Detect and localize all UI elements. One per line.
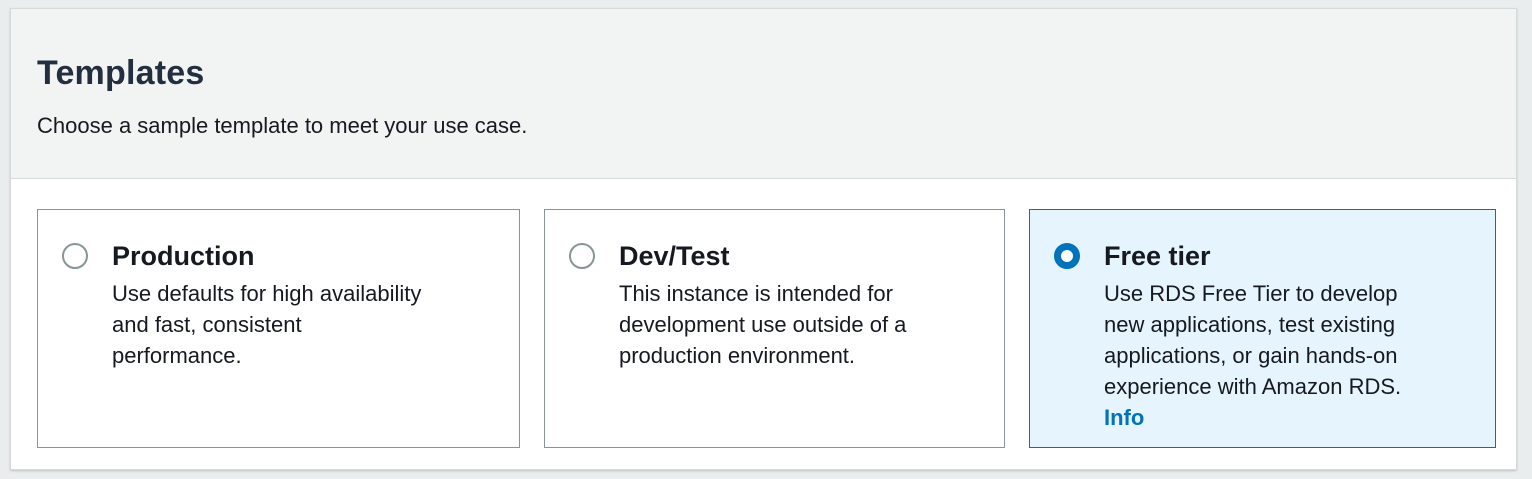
section-description: Choose a sample template to meet your us… <box>37 113 528 138</box>
radio-button-dev-test[interactable] <box>569 243 595 269</box>
option-description: Use RDS Free Tier to develop new applica… <box>1104 281 1402 399</box>
radio-button-free-tier[interactable] <box>1054 243 1080 269</box>
option-description: This instance is intended for developmen… <box>619 281 907 368</box>
radio-button-production[interactable] <box>62 243 88 269</box>
option-label: Dev/Test <box>619 241 730 271</box>
template-options: Production Use defaults for high availab… <box>37 209 1496 448</box>
option-description: Use defaults for high availability and f… <box>112 281 422 368</box>
template-option-production[interactable]: Production Use defaults for high availab… <box>37 209 520 448</box>
template-option-free-tier[interactable]: Free tier Use RDS Free Tier to develop n… <box>1029 209 1496 448</box>
option-label: Free tier <box>1104 241 1211 271</box>
section-title: Templates <box>37 54 205 92</box>
templates-panel: Templates Choose a sample template to me… <box>10 8 1517 470</box>
option-label: Production <box>112 241 255 271</box>
info-link[interactable]: Info <box>1104 402 1144 433</box>
panel-header: Templates Choose a sample template to me… <box>11 9 1516 179</box>
template-option-dev-test[interactable]: Dev/Test This instance is intended for d… <box>544 209 1005 448</box>
